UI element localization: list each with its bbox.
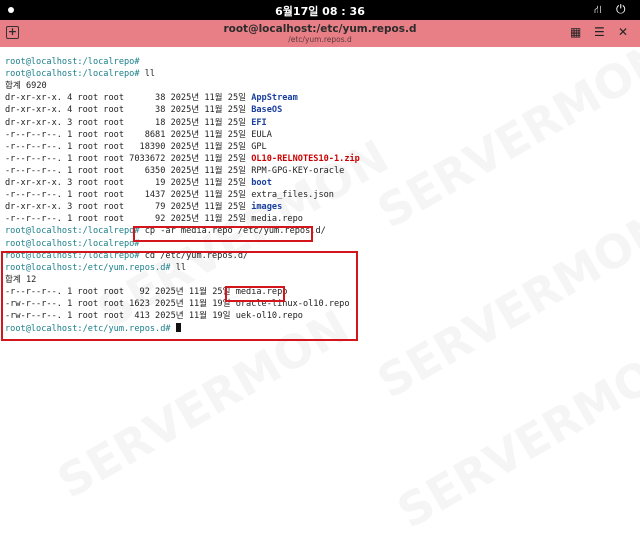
watermark: SERVERMON (368, 29, 640, 239)
shell-prompt: root@localhost:/localrepo# (5, 250, 140, 261)
file-name: oracle-linux-ol10.repo (235, 299, 350, 309)
terminal-line: dr-xr-xr-x. 3 root root 79 2025년 11월 25일… (5, 202, 282, 213)
terminal-line: -r--r--r--. 1 root root 1437 2025년 11월 2… (5, 190, 334, 201)
terminal-header-bar: + root@localhost:/etc/yum.repos.d /etc/y… (0, 20, 640, 47)
terminal-line: root@localhost:/localrepo# (5, 57, 140, 68)
file-attributes: dr-xr-xr-x. 4 root root 38 2025년 11월 25일 (5, 105, 252, 116)
file-name: AppStream (251, 93, 298, 104)
file-attributes: dr-xr-xr-x. 3 root root 19 2025년 11월 25일 (5, 178, 252, 188)
system-clock[interactable]: 6월17일 08 : 36 (0, 3, 640, 19)
file-attributes: -r--r--r--. 1 root root 92 2025년 11월 25일 (5, 286, 236, 297)
terminal-line: 합계 12 (5, 275, 36, 286)
file-name: EULA (251, 129, 272, 140)
shell-prompt: root@localhost:/localrepo# (5, 238, 140, 249)
file-name: extra_files.json (251, 190, 334, 201)
terminal-line: -rw-r--r--. 1 root root 1623 2025년 11월 1… (5, 299, 350, 310)
file-name: RPM-GPG-KEY-oracle (251, 165, 345, 176)
terminal-line: root@localhost:/etc/yum.repos.d# ll (5, 263, 186, 274)
terminal-line: -rw-r--r--. 1 root root 413 2025년 11월 19… (5, 311, 303, 322)
output-text: 합계 12 (5, 274, 37, 285)
command-text: ll (170, 262, 187, 273)
command-text: cp -ar media.repo /etc/yum.repos.d/ (139, 226, 326, 237)
shell-prompt: root@localhost:/etc/yum.repos.d# (5, 324, 171, 335)
file-attributes: dr-xr-xr-x. 3 root root 18 2025년 11월 25일 (5, 117, 252, 128)
file-attributes: -r--r--r--. 1 root root 92 2025년 11월 25일 (5, 214, 252, 225)
terminal-line: dr-xr-xr-x. 3 root root 18 2025년 11월 25일… (5, 118, 267, 129)
terminal-line: dr-xr-xr-x. 4 root root 38 2025년 11월 25일… (5, 93, 298, 104)
terminal-line: -r--r--r--. 1 root root 8681 2025년 11월 2… (5, 130, 272, 141)
file-name: uek-ol10.repo (235, 311, 303, 322)
file-name: images (251, 202, 283, 213)
file-attributes: -r--r--r--. 1 root root 6350 2025년 11월 2… (5, 165, 252, 176)
text-cursor (175, 323, 181, 333)
window-title: root@localhost:/etc/yum.repos.d (223, 23, 417, 35)
terminal-output[interactable]: SERVERMON SERVERMON SERVERMON SERVERMON … (0, 29, 640, 539)
terminal-line: dr-xr-xr-x. 4 root root 38 2025년 11월 25일… (5, 105, 282, 116)
terminal-line: -r--r--r--. 1 root root 6350 2025년 11월 2… (5, 166, 344, 177)
shell-prompt: root@localhost:/localrepo# (5, 226, 140, 237)
terminal-line: -r--r--r--. 1 root root 7033672 2025년 11… (5, 154, 360, 165)
file-name: EFI (251, 117, 267, 128)
terminal-line: root@localhost:/localrepo# cd /etc/yum.r… (5, 251, 248, 262)
terminal-line: -r--r--r--. 1 root root 92 2025년 11월 25일… (5, 287, 287, 298)
file-name: media.repo (235, 286, 288, 297)
network-icon[interactable]: ⛙ (594, 3, 602, 18)
watermark: SERVERMON (368, 199, 640, 409)
output-text: 합계 6920 (5, 81, 47, 92)
terminal-line: 합계 6920 (5, 81, 47, 92)
watermark: SERVERMON (388, 329, 640, 539)
window-subtitle: /etc/yum.repos.d (288, 35, 352, 44)
terminal-line: root@localhost:/etc/yum.repos.d# (5, 323, 181, 334)
terminal-line: dr-xr-xr-x. 3 root root 19 2025년 11월 25일… (5, 178, 272, 189)
file-attributes: dr-xr-xr-x. 4 root root 38 2025년 11월 25일 (5, 93, 252, 104)
power-icon[interactable]: ⏻ (616, 2, 626, 17)
file-name: media.repo (251, 214, 303, 225)
terminal-line: -r--r--r--. 1 root root 18390 2025년 11월 … (5, 142, 267, 153)
file-attributes: dr-xr-xr-x. 3 root root 79 2025년 11월 25일 (5, 202, 252, 213)
terminal-line: -r--r--r--. 1 root root 92 2025년 11월 25일… (5, 214, 303, 225)
file-name: BaseOS (251, 105, 283, 116)
terminal-line: root@localhost:/localrepo# (5, 239, 140, 250)
file-name: GPL (251, 141, 267, 152)
file-attributes: -rw-r--r--. 1 root root 413 2025년 11월 19… (5, 311, 236, 322)
file-attributes: -rw-r--r--. 1 root root 1623 2025년 11월 1… (5, 299, 236, 309)
terminal-line: root@localhost:/localrepo# ll (5, 69, 155, 80)
file-attributes: -r--r--r--. 1 root root 18390 2025년 11월 … (5, 141, 252, 152)
command-text: ll (139, 69, 156, 80)
command-text: cd /etc/yum.repos.d/ (139, 250, 249, 261)
file-attributes: -r--r--r--. 1 root root 7033672 2025년 11… (5, 153, 252, 164)
shell-prompt: root@localhost:/etc/yum.repos.d# (5, 262, 171, 273)
terminal-line: root@localhost:/localrepo# cp -ar media.… (5, 226, 326, 237)
close-icon[interactable]: ✕ (618, 25, 628, 39)
system-top-bar: 6월17일 08 : 36 ⛙ ⏻ (0, 0, 640, 20)
shell-prompt: root@localhost:/localrepo# (5, 57, 140, 67)
file-name: OL10-RELNOTES10-1.zip (251, 153, 360, 164)
file-attributes: -r--r--r--. 1 root root 8681 2025년 11월 2… (5, 129, 252, 140)
file-name: boot (251, 178, 272, 188)
grid-icon[interactable]: ▦ (570, 25, 581, 39)
hamburger-menu-icon[interactable]: ☰ (594, 25, 605, 39)
file-attributes: -r--r--r--. 1 root root 1437 2025년 11월 2… (5, 190, 252, 201)
shell-prompt: root@localhost:/localrepo# (5, 69, 140, 80)
